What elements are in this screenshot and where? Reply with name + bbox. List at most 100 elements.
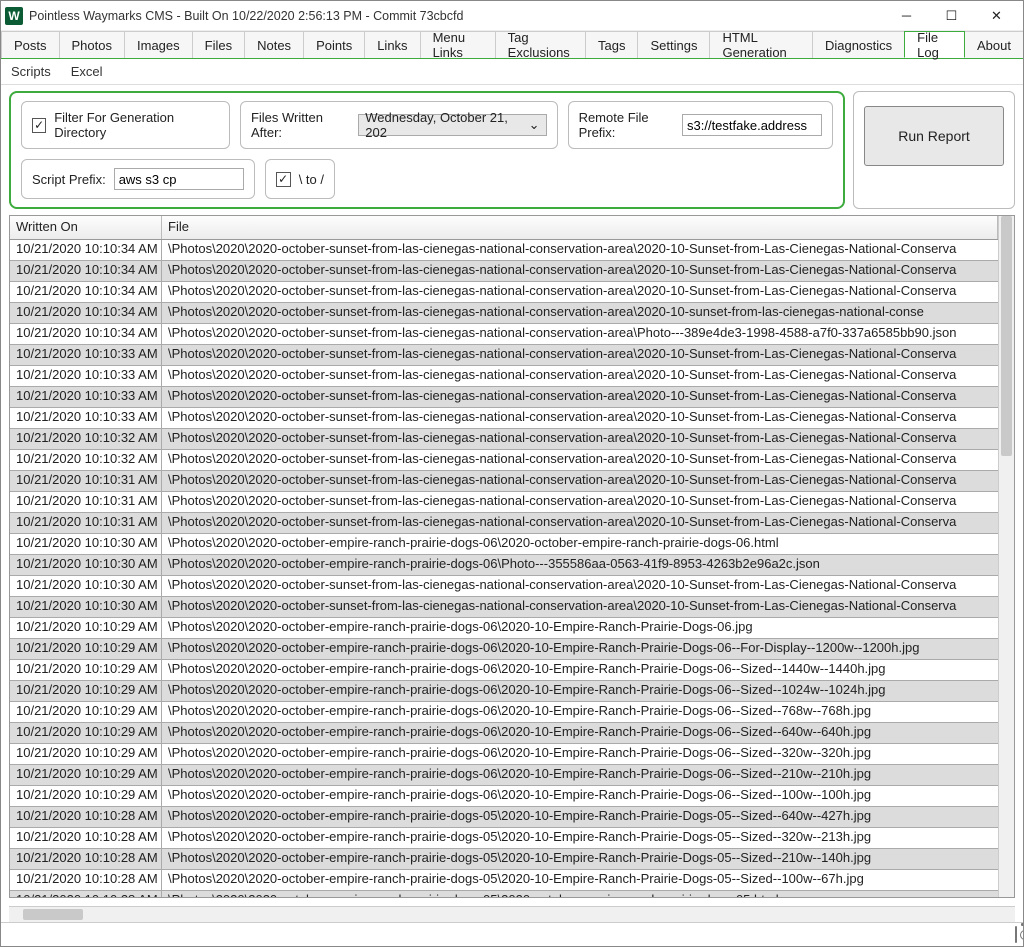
file-log-grid: Written On File 10/21/2020 10:10:34 AM\P… [9, 215, 1015, 898]
table-row[interactable]: 10/21/2020 10:10:30 AM\Photos\2020\2020-… [10, 534, 998, 555]
table-row[interactable]: 10/21/2020 10:10:31 AM\Photos\2020\2020-… [10, 513, 998, 534]
filter-written-after: Files Written After: Wednesday, October … [240, 101, 558, 149]
table-row[interactable]: 10/21/2020 10:10:31 AM\Photos\2020\2020-… [10, 471, 998, 492]
secondary-toolbar: Scripts Excel [1, 59, 1023, 85]
vertical-scrollbar[interactable] [998, 216, 1014, 897]
col-header-file[interactable]: File [162, 216, 998, 239]
table-row[interactable]: 10/21/2020 10:10:29 AM\Photos\2020\2020-… [10, 681, 998, 702]
cell-file: \Photos\2020\2020-october-empire-ranch-p… [162, 849, 998, 869]
maximize-button[interactable]: ☐ [929, 2, 974, 30]
table-row[interactable]: 10/21/2020 10:10:29 AM\Photos\2020\2020-… [10, 723, 998, 744]
table-row[interactable]: 10/21/2020 10:10:34 AM\Photos\2020\2020-… [10, 303, 998, 324]
cell-file: \Photos\2020\2020-october-empire-ranch-p… [162, 660, 998, 680]
cell-written-on: 10/21/2020 10:10:28 AM [10, 807, 162, 827]
table-row[interactable]: 10/21/2020 10:10:30 AM\Photos\2020\2020-… [10, 555, 998, 576]
table-row[interactable]: 10/21/2020 10:10:32 AM\Photos\2020\2020-… [10, 450, 998, 471]
cell-file: \Photos\2020\2020-october-empire-ranch-p… [162, 744, 998, 764]
cell-file: \Photos\2020\2020-october-sunset-from-la… [162, 240, 998, 260]
window-title: Pointless Waymarks CMS - Built On 10/22/… [29, 9, 884, 23]
table-row[interactable]: 10/21/2020 10:10:29 AM\Photos\2020\2020-… [10, 786, 998, 807]
cell-file: \Photos\2020\2020-october-sunset-from-la… [162, 282, 998, 302]
cell-written-on: 10/21/2020 10:10:29 AM [10, 723, 162, 743]
excel-link[interactable]: Excel [71, 64, 103, 79]
cell-written-on: 10/21/2020 10:10:33 AM [10, 366, 162, 386]
cell-written-on: 10/21/2020 10:10:30 AM [10, 555, 162, 575]
tab-posts[interactable]: Posts [1, 31, 60, 58]
remote-prefix-input[interactable] [682, 114, 822, 136]
cell-file: \Photos\2020\2020-october-sunset-from-la… [162, 366, 998, 386]
tab-links[interactable]: Links [364, 31, 420, 58]
tab-menu-links[interactable]: Menu Links [420, 31, 496, 58]
run-report-button[interactable]: Run Report [864, 106, 1004, 166]
backslash-checkbox[interactable]: ✓ [276, 172, 291, 187]
table-row[interactable]: 10/21/2020 10:10:34 AM\Photos\2020\2020-… [10, 240, 998, 261]
tab-html-generation[interactable]: HTML Generation [709, 31, 813, 58]
minimize-button[interactable]: ─ [884, 2, 929, 30]
table-row[interactable]: 10/21/2020 10:10:29 AM\Photos\2020\2020-… [10, 639, 998, 660]
table-row[interactable]: 10/21/2020 10:10:30 AM\Photos\2020\2020-… [10, 576, 998, 597]
table-row[interactable]: 10/21/2020 10:10:34 AM\Photos\2020\2020-… [10, 324, 998, 345]
tab-notes[interactable]: Notes [244, 31, 304, 58]
table-row[interactable]: 10/21/2020 10:10:31 AM\Photos\2020\2020-… [10, 492, 998, 513]
scripts-link[interactable]: Scripts [11, 64, 51, 79]
script-prefix-input[interactable] [114, 168, 244, 190]
cell-written-on: 10/21/2020 10:10:30 AM [10, 576, 162, 596]
written-after-combo[interactable]: Wednesday, October 21, 202 ⌄ [358, 114, 546, 136]
table-row[interactable]: 10/21/2020 10:10:33 AM\Photos\2020\2020-… [10, 366, 998, 387]
table-row[interactable]: 10/21/2020 10:10:33 AM\Photos\2020\2020-… [10, 408, 998, 429]
backslash-label: \ to / [299, 172, 324, 187]
close-button[interactable]: ✕ [974, 2, 1019, 30]
tab-files[interactable]: Files [192, 31, 245, 58]
table-row[interactable]: 10/21/2020 10:10:34 AM\Photos\2020\2020-… [10, 261, 998, 282]
cell-file: \Photos\2020\2020-october-empire-ranch-p… [162, 618, 998, 638]
cell-file: \Photos\2020\2020-october-empire-ranch-p… [162, 534, 998, 554]
tab-settings[interactable]: Settings [637, 31, 710, 58]
cell-written-on: 10/21/2020 10:10:28 AM [10, 849, 162, 869]
run-report-label: Run Report [898, 128, 970, 144]
table-row[interactable]: 10/21/2020 10:10:30 AM\Photos\2020\2020-… [10, 597, 998, 618]
cell-written-on: 10/21/2020 10:10:29 AM [10, 618, 162, 638]
table-row[interactable]: 10/21/2020 10:10:28 AM\Photos\2020\2020-… [10, 828, 998, 849]
table-row[interactable]: 10/21/2020 10:10:33 AM\Photos\2020\2020-… [10, 345, 998, 366]
table-row[interactable]: 10/21/2020 10:10:32 AM\Photos\2020\2020-… [10, 429, 998, 450]
table-row[interactable]: 10/21/2020 10:10:29 AM\Photos\2020\2020-… [10, 702, 998, 723]
table-row[interactable]: 10/21/2020 10:10:28 AM\Photos\2020\2020-… [10, 870, 998, 891]
cell-file: \Photos\2020\2020-october-sunset-from-la… [162, 261, 998, 281]
table-row[interactable]: 10/21/2020 10:10:29 AM\Photos\2020\2020-… [10, 744, 998, 765]
app-icon: W [5, 7, 23, 25]
written-after-value: Wednesday, October 21, 202 [365, 110, 528, 140]
tab-photos[interactable]: Photos [59, 31, 125, 58]
table-row[interactable]: 10/21/2020 10:10:34 AM\Photos\2020\2020-… [10, 282, 998, 303]
tab-tag-exclusions[interactable]: Tag Exclusions [495, 31, 586, 58]
cell-file: \Photos\2020\2020-october-sunset-from-la… [162, 471, 998, 491]
table-row[interactable]: 10/21/2020 10:10:28 AM\Photos\2020\2020-… [10, 891, 998, 897]
cell-written-on: 10/21/2020 10:10:31 AM [10, 513, 162, 533]
cell-file: \Photos\2020\2020-october-sunset-from-la… [162, 387, 998, 407]
horizontal-scroll-thumb[interactable] [23, 909, 83, 920]
main-tabstrip: PostsPhotosImagesFilesNotesPointsLinksMe… [1, 31, 1023, 59]
cell-written-on: 10/21/2020 10:10:29 AM [10, 639, 162, 659]
table-row[interactable]: 10/21/2020 10:10:33 AM\Photos\2020\2020-… [10, 387, 998, 408]
written-after-label: Files Written After: [251, 110, 350, 140]
script-prefix-label: Script Prefix: [32, 172, 106, 187]
cell-file: \Photos\2020\2020-october-empire-ranch-p… [162, 786, 998, 806]
tab-diagnostics[interactable]: Diagnostics [812, 31, 905, 58]
table-row[interactable]: 10/21/2020 10:10:29 AM\Photos\2020\2020-… [10, 660, 998, 681]
tab-points[interactable]: Points [303, 31, 365, 58]
col-header-written-on[interactable]: Written On [10, 216, 162, 239]
tab-file-log[interactable]: File Log [904, 31, 965, 58]
tab-images[interactable]: Images [124, 31, 193, 58]
cell-written-on: 10/21/2020 10:10:31 AM [10, 471, 162, 491]
table-row[interactable]: 10/21/2020 10:10:29 AM\Photos\2020\2020-… [10, 618, 998, 639]
table-row[interactable]: 10/21/2020 10:10:29 AM\Photos\2020\2020-… [10, 765, 998, 786]
generation-dir-checkbox[interactable]: ✓ [32, 118, 46, 133]
table-row[interactable]: 10/21/2020 10:10:28 AM\Photos\2020\2020-… [10, 807, 998, 828]
camera-icon[interactable] [1015, 927, 1017, 942]
table-row[interactable]: 10/21/2020 10:10:28 AM\Photos\2020\2020-… [10, 849, 998, 870]
horizontal-scrollbar[interactable] [9, 906, 1015, 922]
tab-about[interactable]: About [964, 31, 1024, 58]
vertical-scroll-thumb[interactable] [1001, 216, 1012, 456]
cell-written-on: 10/21/2020 10:10:29 AM [10, 744, 162, 764]
tab-tags[interactable]: Tags [585, 31, 638, 58]
cell-file: \Photos\2020\2020-october-sunset-from-la… [162, 576, 998, 596]
